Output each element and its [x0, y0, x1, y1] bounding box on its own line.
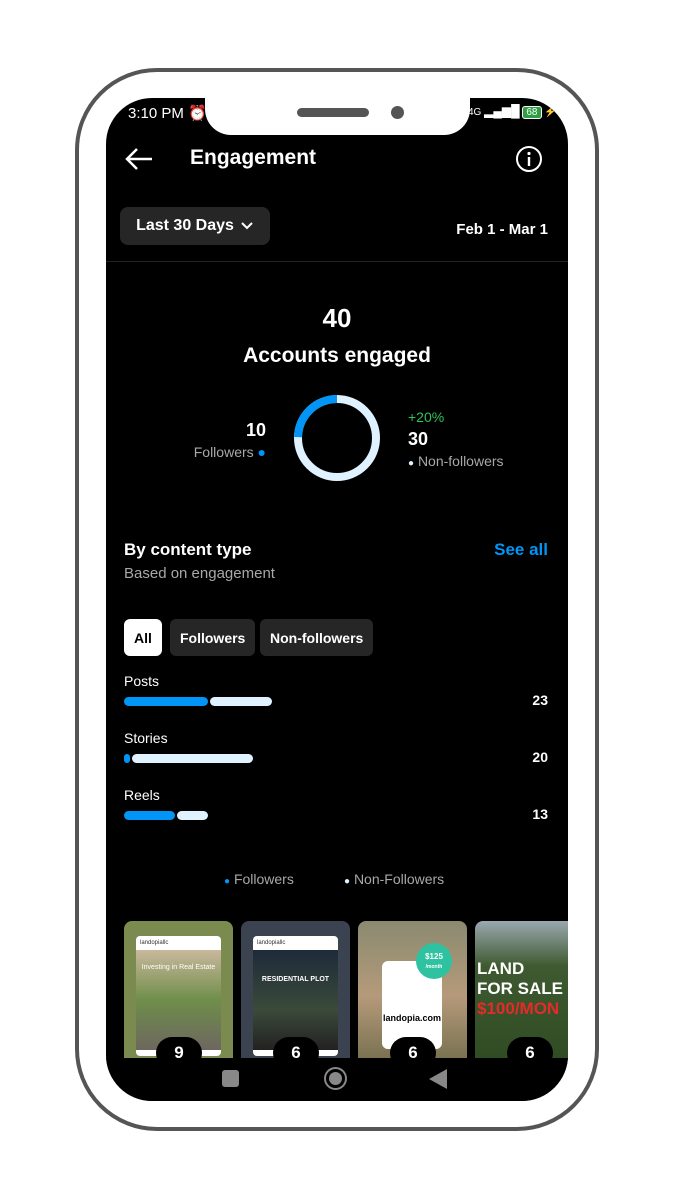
status-time: 3:10 PM ⏰	[128, 105, 207, 122]
date-range-dropdown[interactable]: Last 30 Days	[120, 207, 270, 245]
row-label: Reels	[124, 787, 160, 803]
bar-nonfollowers	[209, 697, 272, 706]
bar-followers	[124, 754, 131, 763]
row-label: Stories	[124, 730, 168, 746]
recents-button[interactable]	[222, 1070, 239, 1087]
section-subtitle: Based on engagement	[124, 565, 275, 582]
back-button[interactable]	[124, 146, 154, 177]
row-total: 13	[532, 806, 548, 822]
legend-non-followers: ● Non-Followers	[344, 871, 445, 887]
page-title: Engagement	[190, 146, 317, 169]
bar-nonfollowers	[177, 811, 208, 820]
network-label: 4G	[468, 107, 482, 118]
followers-label: Followers ●	[193, 444, 266, 460]
system-nav-bar	[106, 1058, 568, 1101]
thumbnail-2[interactable]: landopiallc RESIDENTIAL PLOT 6	[241, 921, 350, 1071]
charging-icon: ⚡	[544, 107, 557, 118]
bar-followers	[124, 697, 208, 706]
date-range: Feb 1 - Mar 1	[456, 221, 548, 238]
chevron-down-icon	[241, 222, 253, 230]
legend-followers: ● Followers	[224, 871, 294, 887]
engagement-donut	[294, 395, 380, 481]
status-icons: 4G ▂▄▆█ 68 ⚡	[468, 104, 557, 119]
home-button[interactable]	[324, 1067, 347, 1090]
nonfollowers-label: ● Non-followers	[408, 453, 504, 469]
accounts-engaged-count: 40	[322, 303, 352, 333]
thumbnail-1[interactable]: landopiallc Investing in Real Estate 9	[124, 921, 233, 1071]
thumbnail-4[interactable]: LAND FOR SALE $100/MON 6	[475, 921, 568, 1071]
row-label: Posts	[124, 673, 160, 689]
nonfollowers-dot: ●	[408, 458, 415, 469]
camera	[391, 106, 404, 119]
signal-icon: ▂▄▆█	[484, 104, 520, 118]
row-total: 23	[532, 692, 548, 708]
back-nav-button[interactable]	[429, 1069, 447, 1089]
thumbnail-3[interactable]: landopia.com $125/month 6	[358, 921, 467, 1071]
divider	[106, 261, 568, 262]
speaker	[297, 108, 369, 117]
chip-all[interactable]: All	[124, 619, 162, 656]
row-total: 20	[532, 749, 548, 765]
bar-followers	[124, 811, 176, 820]
see-all-link[interactable]: See all	[494, 540, 548, 560]
info-icon[interactable]	[515, 145, 543, 178]
section-title: By content type	[124, 540, 252, 559]
bar-nonfollowers	[132, 754, 253, 763]
chip-non-followers[interactable]: Non-followers	[260, 619, 374, 656]
chip-followers[interactable]: Followers	[170, 619, 256, 656]
notch	[205, 98, 470, 135]
nonfollowers-change: +20%	[408, 409, 445, 425]
followers-count: 10	[245, 420, 266, 440]
screen: 3:10 PM ⏰ 4G ▂▄▆█ 68 ⚡ Engagement Last 3…	[106, 98, 568, 1101]
battery-icon: 68	[522, 106, 542, 119]
nonfollowers-count: 30	[408, 429, 429, 449]
alarm-icon: ⏰	[188, 105, 207, 122]
accounts-engaged-label: Accounts engaged	[243, 344, 431, 367]
followers-dot: ●	[257, 444, 266, 460]
